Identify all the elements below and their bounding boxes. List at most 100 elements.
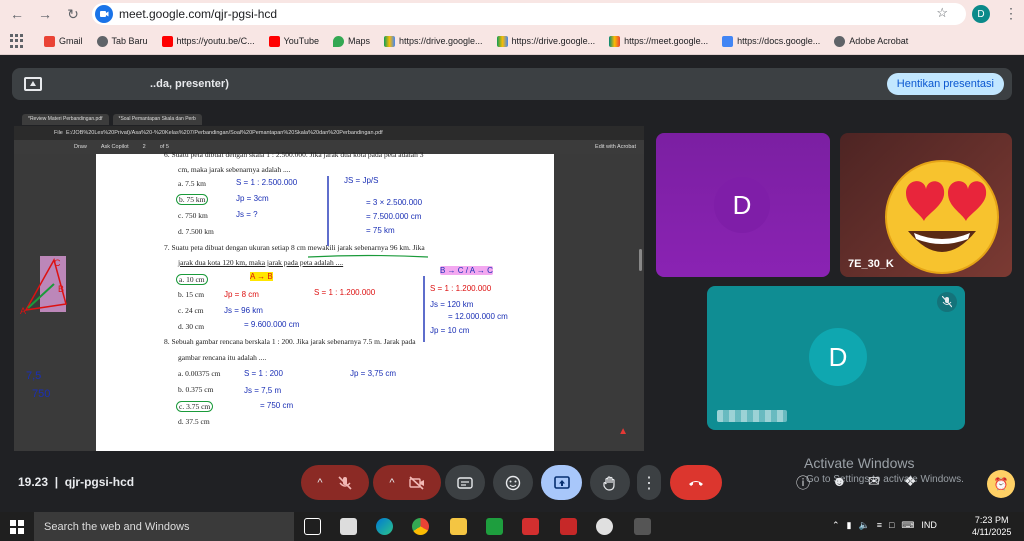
bookmark-item[interactable]: Tab Baru	[96, 35, 148, 47]
task-view-icon[interactable]	[304, 518, 321, 535]
youtube-icon	[161, 35, 173, 47]
app-icon[interactable]	[634, 518, 651, 535]
activities-icon[interactable]: ❖	[904, 473, 917, 490]
profile-avatar[interactable]: D	[972, 5, 990, 23]
bookmark-item[interactable]: Gmail	[44, 35, 83, 47]
windows-start-icon[interactable]	[10, 519, 24, 534]
keyboard-icon[interactable]: ⌨	[901, 520, 914, 531]
present-screen-button[interactable]	[541, 465, 582, 500]
avatar: D	[714, 177, 770, 233]
heart-eyes-emoji-icon	[885, 160, 999, 274]
chat-icon[interactable]: ✉	[868, 473, 880, 490]
apps-grid-icon[interactable]	[10, 34, 24, 48]
file-explorer-icon[interactable]	[450, 518, 467, 535]
bookmark-item[interactable]: YouTube	[268, 35, 319, 47]
more-vert-icon[interactable]: ⋮	[641, 473, 657, 493]
ink-scale: S = 1 : 1.200.000	[430, 284, 492, 293]
timer-icon[interactable]: ⏰	[987, 470, 1015, 498]
mic-off-icon[interactable]	[337, 475, 353, 491]
browser-menu-icon[interactable]: ⋮	[1004, 5, 1018, 22]
back-arrow-icon[interactable]: ←	[6, 3, 28, 25]
ink-divider	[327, 176, 329, 246]
reactions-button[interactable]	[493, 465, 533, 500]
taskbar-clock[interactable]: 7:23 PM 4/11/2025	[972, 514, 1011, 538]
ink-divider	[423, 276, 425, 342]
triangle-sketch: C B A	[20, 256, 67, 316]
ink-js: Js = ?	[236, 210, 258, 219]
site-settings-icon[interactable]	[95, 5, 113, 23]
chevron-up-icon[interactable]: ⌃	[832, 520, 840, 531]
mic-control[interactable]: ^	[301, 465, 369, 500]
ink-calc: = 9.600.000 cm	[244, 320, 300, 329]
shared-tab: *Review Materi Perbandingan.pdf	[22, 113, 109, 125]
ink-js: Js = 96 km	[224, 306, 263, 315]
chat-icon[interactable]: □	[889, 520, 894, 531]
bookmark-star-icon[interactable]: ☆	[936, 5, 948, 21]
participant-tile[interactable]: D	[707, 286, 965, 430]
drive-icon	[383, 35, 395, 47]
bookmark-item[interactable]: https://drive.google...	[496, 35, 595, 47]
globe-icon	[96, 35, 108, 47]
captions-button[interactable]	[445, 465, 485, 500]
url-text[interactable]: meet.google.com/qjr-pgsi-hcd	[119, 7, 277, 21]
bookmark-item[interactable]: Maps	[332, 35, 370, 47]
hang-up-icon[interactable]	[688, 475, 704, 491]
input-language[interactable]: IND	[921, 520, 937, 531]
app-icon[interactable]	[522, 518, 539, 535]
participant-tile[interactable]: D	[656, 133, 830, 277]
forward-arrow-icon[interactable]: →	[34, 3, 56, 25]
ink-number: 7,5	[26, 370, 42, 382]
people-icon[interactable]: ☻	[832, 473, 847, 489]
bookmark-item[interactable]: https://youtu.be/C...	[161, 35, 255, 47]
q6-head: 6. Suatu peta dibuat dengan skala 1 : 2.…	[164, 150, 424, 159]
sheets-icon[interactable]	[486, 518, 503, 535]
store-icon[interactable]	[340, 518, 357, 535]
captions-icon[interactable]	[457, 475, 473, 491]
volume-icon[interactable]: 🔈	[859, 520, 870, 531]
presenter-label: ..da, presenter)	[150, 78, 229, 90]
docs-icon	[722, 35, 734, 47]
shared-copilot: Ask Copilot	[100, 144, 129, 150]
edge-icon[interactable]	[376, 518, 393, 535]
system-tray: ⌃ ▮ 🔈 ≡ □ ⌨ IND	[832, 520, 937, 531]
camera-off-icon[interactable]	[408, 475, 425, 491]
acrobat-icon[interactable]	[560, 518, 577, 535]
taskbar-search[interactable]: Search the web and Windows	[34, 512, 294, 541]
ink-formula: JS = Jp/S	[344, 176, 379, 185]
participant-tile[interactable]: 7E_30_K	[840, 133, 1012, 277]
q6-c: c. 750 km	[178, 211, 208, 220]
q8-d: d. 37.5 cm	[178, 417, 210, 426]
bookmark-item[interactable]: https://meet.google...	[609, 35, 708, 47]
stop-presenting-button[interactable]: Hentikan presentasi	[886, 73, 1004, 95]
emoji-icon[interactable]	[505, 475, 521, 491]
bookmark-item[interactable]: Adobe Acrobat	[834, 35, 908, 47]
present-screen-icon[interactable]	[553, 475, 570, 491]
address-bar[interactable]: meet.google.com/qjr-pgsi-hcd ☆	[92, 3, 966, 25]
camera-control[interactable]: ^	[373, 465, 441, 500]
bookmark-item[interactable]: https://drive.google...	[383, 35, 483, 47]
battery-icon[interactable]: ▮	[847, 520, 852, 531]
network-icon[interactable]: ≡	[877, 520, 882, 531]
chevron-up-icon[interactable]: ^	[389, 477, 394, 489]
more-options-button[interactable]: ⋮	[637, 465, 661, 500]
clock-date: 4/11/2025	[972, 527, 1012, 537]
gmail-icon	[44, 35, 55, 47]
raise-hand-button[interactable]	[590, 465, 630, 500]
hand-icon[interactable]	[602, 475, 618, 491]
participant-name: 7E_30_K	[848, 258, 894, 270]
app-icon[interactable]	[596, 518, 613, 535]
ink-js: Js = 120 km	[430, 300, 474, 309]
info-icon[interactable]: ⓘ	[796, 473, 810, 493]
shared-address-bar: File E:/JOB%20Les%20Privat)/Asa%20-%20Ke…	[14, 126, 644, 140]
ink-calc: = 75 km	[366, 226, 395, 235]
shared-tab: *Soal Pemantapan Skala dan Perb	[112, 113, 202, 125]
chevron-up-icon[interactable]: ^	[317, 477, 322, 489]
mic-off-icon	[937, 292, 957, 312]
q7-a: a. 10 cm	[176, 274, 208, 285]
q6-a: a. 7.5 km	[178, 179, 206, 188]
bookmark-item[interactable]: https://docs.google...	[722, 35, 820, 47]
reload-icon[interactable]: ↻	[62, 3, 84, 25]
leave-call-button[interactable]	[670, 465, 722, 500]
svg-text:C: C	[54, 258, 61, 268]
chrome-icon[interactable]	[412, 518, 429, 535]
